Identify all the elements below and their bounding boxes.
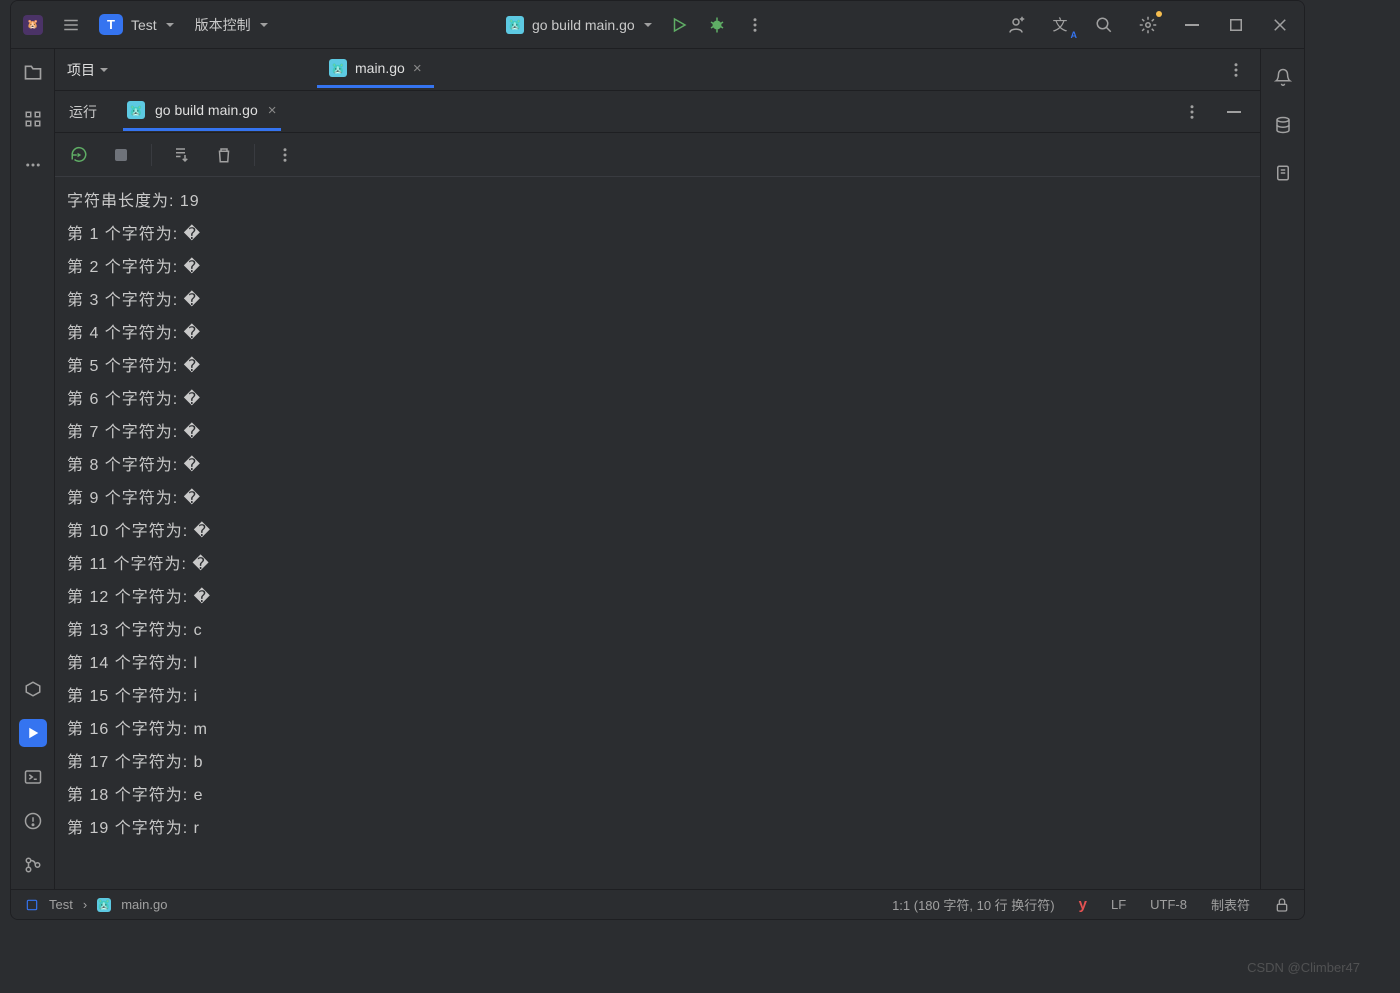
go-icon — [506, 16, 524, 34]
language-icon[interactable]: 文A — [1048, 13, 1072, 37]
panel-header: 项目 main.go × — [55, 49, 1260, 91]
problems-tool-icon[interactable] — [19, 807, 47, 835]
app-icon: 🐹 — [23, 15, 43, 35]
console-line: 第 13 个字符为: c — [59, 614, 1260, 647]
vcs-menu[interactable]: 版本控制 — [191, 13, 269, 37]
menu-icon[interactable] — [59, 13, 83, 37]
bookmarks-icon[interactable] — [1269, 159, 1297, 187]
more-actions-icon[interactable] — [743, 13, 767, 37]
status-encoding[interactable]: UTF-8 — [1150, 897, 1187, 912]
console-line: 第 10 个字符为: � — [59, 515, 1260, 548]
terminal-tool-icon[interactable] — [19, 763, 47, 791]
run-tab-active[interactable]: go build main.go × — [123, 92, 281, 131]
chevron-down-icon — [259, 20, 269, 30]
console-line: 第 4 个字符为: � — [59, 317, 1260, 350]
toolbar-more-icon[interactable] — [273, 143, 297, 167]
console-line: 第 7 个字符为: � — [59, 416, 1260, 449]
stop-button[interactable] — [109, 143, 133, 167]
console-line: 第 5 个字符为: � — [59, 350, 1260, 383]
left-sidebar — [11, 49, 55, 889]
run-toolbar — [55, 133, 1260, 177]
settings-icon[interactable] — [1136, 13, 1160, 37]
console-line: 第 11 个字符为: � — [59, 548, 1260, 581]
hide-panel-icon[interactable] — [1222, 100, 1246, 124]
run-button[interactable] — [667, 13, 691, 37]
run-panel-header: 运行 go build main.go × — [55, 91, 1260, 133]
tab-close-icon[interactable]: × — [413, 60, 422, 77]
console-line: 第 1 个字符为: � — [59, 218, 1260, 251]
notifications-icon[interactable] — [1269, 63, 1297, 91]
console-line: 第 3 个字符为: � — [59, 284, 1260, 317]
console-line: 第 9 个字符为: � — [59, 482, 1260, 515]
console-line: 第 6 个字符为: � — [59, 383, 1260, 416]
panel-options-icon[interactable] — [1224, 58, 1248, 82]
status-position[interactable]: 1:1 (180 字符, 10 行 换行符) — [892, 895, 1055, 914]
divider — [254, 144, 255, 166]
window-maximize-icon[interactable] — [1224, 13, 1248, 37]
divider — [151, 144, 152, 166]
topbar: 🐹 T Test 版本控制 go build main.go — [11, 1, 1304, 49]
console-line: 第 15 个字符为: i — [59, 680, 1260, 713]
console-line: 第 17 个字符为: b — [59, 746, 1260, 779]
go-file-icon — [329, 59, 347, 77]
database-icon[interactable] — [1269, 111, 1297, 139]
rerun-button[interactable] — [67, 143, 91, 167]
more-tools-icon[interactable] — [19, 151, 47, 179]
run-config-selector[interactable]: go build main.go — [506, 16, 653, 34]
console-line: 第 19 个字符为: r — [59, 812, 1260, 845]
search-icon[interactable] — [1092, 13, 1116, 37]
project-panel-dropdown[interactable]: 项目 — [67, 60, 109, 80]
status-file[interactable]: main.go — [121, 897, 167, 912]
go-icon — [127, 101, 145, 119]
chevron-down-icon — [643, 20, 653, 30]
project-selector[interactable]: T Test — [99, 14, 175, 35]
run-panel-label[interactable]: 运行 — [69, 102, 97, 122]
window-minimize-icon[interactable] — [1180, 13, 1204, 37]
structure-tool-icon[interactable] — [19, 105, 47, 133]
console-line: 第 16 个字符为: m — [59, 713, 1260, 746]
clear-output-icon[interactable] — [212, 143, 236, 167]
go-file-icon — [97, 898, 111, 912]
project-tool-icon[interactable] — [19, 59, 47, 87]
editor-tab-main[interactable]: main.go × — [317, 51, 434, 88]
chevron-down-icon — [99, 65, 109, 75]
status-line-separator[interactable]: LF — [1111, 897, 1126, 912]
console-output[interactable]: 字符串长度为: 19第 1 个字符为: �第 2 个字符为: �第 3 个字符为… — [55, 177, 1260, 889]
console-line: 第 18 个字符为: e — [59, 779, 1260, 812]
status-project[interactable]: Test — [49, 897, 73, 912]
status-y-icon[interactable]: y — [1079, 896, 1087, 913]
console-line: 第 2 个字符为: � — [59, 251, 1260, 284]
console-line: 第 8 个字符为: � — [59, 449, 1260, 482]
vcs-tool-icon[interactable] — [19, 851, 47, 879]
statusbar: Test › main.go 1:1 (180 字符, 10 行 换行符) y … — [11, 889, 1304, 919]
right-sidebar — [1260, 49, 1304, 889]
chevron-down-icon — [165, 20, 175, 30]
run-tool-icon[interactable] — [19, 719, 47, 747]
project-chip: T — [99, 14, 123, 35]
services-tool-icon[interactable] — [19, 675, 47, 703]
scroll-to-end-icon[interactable] — [170, 143, 194, 167]
window-close-icon[interactable] — [1268, 13, 1292, 37]
tab-close-icon[interactable]: × — [268, 102, 277, 119]
status-lock-icon[interactable] — [1274, 897, 1290, 913]
code-with-me-icon[interactable] — [1004, 13, 1028, 37]
module-icon — [25, 898, 39, 912]
status-indent[interactable]: 制表符 — [1211, 895, 1250, 914]
watermark: CSDN @Climber47 — [1247, 960, 1360, 975]
console-line: 第 14 个字符为: l — [59, 647, 1260, 680]
console-line: 第 12 个字符为: � — [59, 581, 1260, 614]
debug-button[interactable] — [705, 13, 729, 37]
run-panel-options-icon[interactable] — [1180, 100, 1204, 124]
console-line: 字符串长度为: 19 — [59, 185, 1260, 218]
